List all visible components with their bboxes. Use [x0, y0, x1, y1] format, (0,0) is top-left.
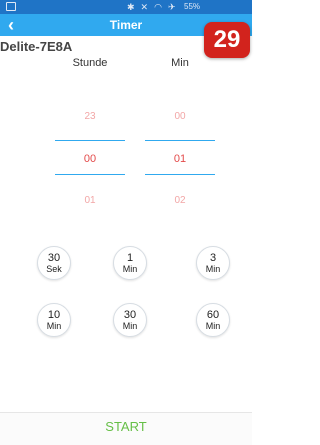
preset-30-sek-button[interactable]: 30 Sek: [37, 246, 71, 280]
hour-selection-line-top: [55, 140, 125, 141]
preset-value: 10: [47, 308, 61, 321]
preset-1-min-button[interactable]: 1 Min: [113, 246, 147, 280]
wifi-icon: ◠: [154, 2, 162, 12]
preset-10-min-button[interactable]: 10 Min: [37, 303, 71, 337]
mute-icon: ✕: [140, 2, 149, 12]
notification-icon: [6, 2, 16, 11]
preset-value: 30: [47, 251, 61, 264]
preset-value: 3: [209, 251, 217, 264]
preset-unit: Sek: [46, 263, 62, 274]
preset-30-min-button[interactable]: 30 Min: [113, 303, 147, 337]
minute-next-value[interactable]: 02: [145, 195, 215, 207]
preset-unit: Min: [46, 320, 62, 331]
status-icons: ✱ ✕ ◠ ✈: [127, 1, 176, 13]
step-badge: 29: [204, 22, 250, 58]
minute-column-label: Min: [171, 57, 189, 69]
preset-3-min-button[interactable]: 3 Min: [196, 246, 230, 280]
minute-prev-value[interactable]: 00: [145, 111, 215, 123]
minute-selection-line-top: [145, 140, 215, 141]
hour-selection-line-bottom: [55, 174, 125, 175]
start-button[interactable]: START: [0, 419, 252, 435]
hour-prev-value[interactable]: 23: [55, 111, 125, 123]
minute-selected-value[interactable]: 01: [145, 153, 215, 165]
minute-selection-line-bottom: [145, 174, 215, 175]
preset-unit: Min: [205, 320, 221, 331]
bluetooth-icon: ✱: [127, 2, 135, 12]
hour-selected-value[interactable]: 00: [55, 153, 125, 165]
preset-value: 30: [123, 308, 137, 321]
preset-value: 1: [126, 251, 134, 264]
hour-column-label: Stunde: [72, 57, 108, 69]
hour-next-value[interactable]: 01: [55, 195, 125, 207]
footer-bar: START: [0, 412, 252, 445]
airplane-icon: ✈: [167, 2, 176, 12]
device-name: Delite-7E8A: [0, 39, 73, 54]
preset-60-min-button[interactable]: 60 Min: [196, 303, 230, 337]
preset-value: 60: [206, 308, 220, 321]
battery-level: 55%: [184, 2, 201, 11]
preset-unit: Min: [205, 263, 221, 274]
preset-unit: Min: [122, 320, 138, 331]
preset-unit: Min: [122, 263, 138, 274]
status-bar: ✱ ✕ ◠ ✈ 55%: [0, 0, 252, 14]
